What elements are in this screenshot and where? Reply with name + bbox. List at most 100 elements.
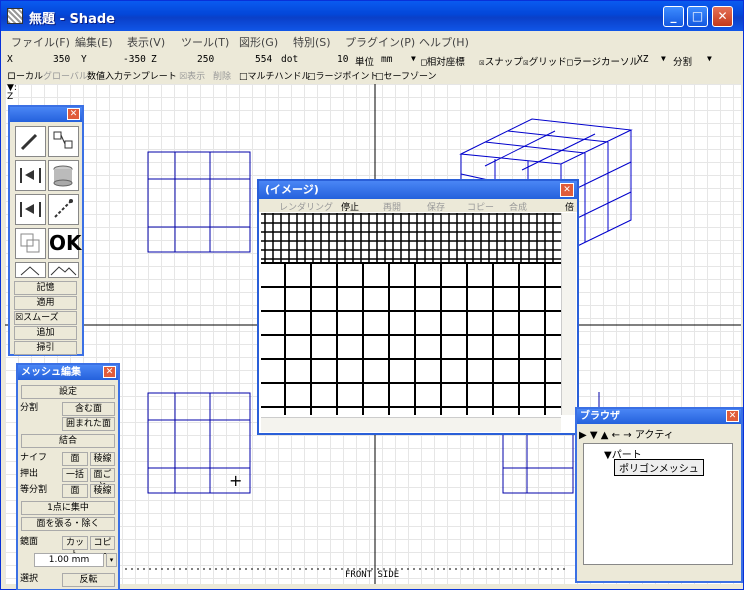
large-point-checkbox[interactable]: □ラージポイント	[307, 69, 378, 82]
grid-size-value[interactable]: 10	[337, 54, 348, 65]
ok-button[interactable]: OK	[48, 228, 82, 259]
stretch-face-button[interactable]: 面を張る・除く	[21, 517, 115, 531]
resume-button[interactable]: 再開	[383, 200, 401, 213]
triangle-tool-icon[interactable]	[15, 262, 46, 278]
numeric-template-button[interactable]: 数値入力テンプレート	[87, 69, 177, 82]
delete-button[interactable]: 削除	[213, 69, 231, 82]
tool-palette: ✕ OK 記憶 適用 ☒スムーズ 追加 掃引	[8, 105, 84, 356]
equal-divide-face-button[interactable]: 面	[62, 484, 88, 498]
close-button[interactable]: ✕	[712, 6, 733, 27]
z-value[interactable]: 250	[197, 54, 214, 65]
menu-special[interactable]: 特別(S)	[293, 34, 331, 50]
x-label: X	[7, 54, 13, 65]
scale-button[interactable]: 倍	[565, 200, 574, 213]
cylinder-tool-icon[interactable]	[48, 160, 79, 191]
include-face-button[interactable]: 含む面	[62, 402, 115, 416]
join-button[interactable]: 結合	[21, 434, 115, 448]
x-value[interactable]: 350	[53, 54, 70, 65]
mesh-palette-title[interactable]: メッシュ編集 ✕	[18, 365, 118, 380]
copy-button[interactable]: コピー	[467, 200, 494, 213]
large-cursor-checkbox[interactable]: □ラージカーソル	[567, 54, 639, 68]
plane-dropdown-icon[interactable]: ▼	[661, 54, 666, 63]
split-dropdown-icon[interactable]: ▼	[707, 54, 712, 63]
safe-zone-checkbox[interactable]: □セーフゾーン	[375, 69, 437, 82]
relative-coords-checkbox[interactable]: □相対座標	[421, 54, 465, 68]
snap-checkbox[interactable]: ☒スナップ	[479, 54, 523, 68]
menu-plugin[interactable]: プラグイン(P)	[345, 34, 415, 50]
image-window: (イメージ) ✕ レンダリング 停止 再開 保存 コピー 合成 倍	[257, 179, 579, 435]
line-tool-icon[interactable]	[48, 194, 79, 225]
play-icon[interactable]: ▶	[579, 430, 587, 441]
show-checkbox[interactable]: ☒表示	[179, 69, 205, 82]
menu-help[interactable]: ヘルプ(H)	[419, 34, 469, 50]
menu-shape[interactable]: 図形(G)	[239, 34, 278, 50]
invert-button[interactable]: 反転	[62, 573, 115, 587]
image-window-title[interactable]: (イメージ) ✕	[259, 181, 577, 199]
image-vertical-scrollbar[interactable]	[561, 213, 576, 415]
plane-select[interactable]: XZ	[637, 54, 648, 65]
active-label[interactable]: アクティ	[635, 430, 674, 441]
stop-button[interactable]: 停止	[341, 200, 359, 213]
extrude-per-face-button[interactable]: 面ごと	[90, 468, 115, 492]
mirror-copy-button[interactable]: コピー	[90, 536, 115, 560]
local-button[interactable]: ローカル	[7, 69, 43, 82]
mirror-cut-button[interactable]: カット	[62, 536, 88, 560]
composite-button[interactable]: 合成	[509, 200, 527, 213]
mirror-offset-dropdown-icon[interactable]: ▾	[106, 553, 117, 567]
apply-button[interactable]: 適用	[14, 296, 77, 310]
point-concentrate-button[interactable]: 1点に集中	[21, 501, 115, 515]
minimize-button[interactable]: _	[663, 6, 684, 27]
mirror-offset-input[interactable]: 1.00 mm	[34, 553, 104, 567]
browser-close-icon[interactable]: ✕	[726, 410, 739, 422]
tree-polygon-mesh[interactable]: ポリゴンメッシュ	[614, 459, 704, 476]
menu-tool[interactable]: ツール(T)	[181, 34, 229, 50]
image-window-close-icon[interactable]: ✕	[560, 183, 574, 197]
browser-tree[interactable]: ▼パート ポリゴンメッシュ	[583, 443, 733, 565]
equal-divide-edge-button[interactable]: 稜線	[90, 484, 115, 498]
up-arrow-icon[interactable]: ▲	[601, 430, 609, 441]
extrude-tool-icon[interactable]	[15, 194, 46, 225]
render-canvas[interactable]	[261, 213, 561, 415]
multi-handle-checkbox[interactable]: □マルチハンドル	[239, 69, 311, 82]
save-button[interactable]: 保存	[427, 200, 445, 213]
mountain-tool-icon[interactable]	[48, 262, 79, 278]
settings-button[interactable]: 設定	[21, 385, 115, 399]
global-button[interactable]: グローバル	[43, 69, 88, 82]
dot-value[interactable]: 554	[255, 54, 272, 65]
mesh-palette-close-icon[interactable]: ✕	[103, 366, 116, 378]
tool-palette-close-icon[interactable]: ✕	[67, 108, 80, 120]
enclosed-face-button[interactable]: 囲まれた面	[62, 417, 115, 431]
tool-palette-title[interactable]: ✕	[10, 107, 82, 122]
menu-view[interactable]: 表示(V)	[127, 34, 165, 50]
menu-file[interactable]: ファイル(F)	[11, 34, 70, 50]
extrude-all-button[interactable]: 一括	[62, 468, 88, 482]
grid-checkbox[interactable]: ☒グリッド	[523, 54, 567, 68]
y-value[interactable]: -350	[123, 54, 146, 65]
title-bar[interactable]: 無題 - Shade _ □ ✕	[1, 1, 743, 31]
app-icon[interactable]	[7, 8, 23, 24]
right-arrow-icon[interactable]: →	[623, 430, 631, 441]
svg-text:+: +	[229, 471, 242, 490]
sweep-button[interactable]: 掃引	[14, 341, 77, 355]
unit-dropdown-icon[interactable]: ▼	[411, 54, 416, 63]
memory-button[interactable]: 記憶	[14, 281, 77, 295]
knife-face-button[interactable]: 面	[62, 452, 88, 466]
menu-edit[interactable]: 編集(E)	[75, 34, 113, 50]
maximize-button[interactable]: □	[687, 6, 708, 27]
move-tool-icon[interactable]	[15, 160, 46, 191]
pencil-tool-icon[interactable]	[15, 126, 46, 157]
image-horizontal-scrollbar[interactable]	[261, 417, 561, 432]
browser-palette-title[interactable]: ブラウザ ✕	[577, 409, 741, 424]
add-button[interactable]: 追加	[14, 326, 77, 340]
smooth-checkbox[interactable]: ☒スムーズ	[14, 311, 77, 325]
render-preview	[261, 213, 561, 415]
left-arrow-icon[interactable]: ←	[612, 430, 620, 441]
render-button[interactable]: レンダリング	[279, 200, 333, 213]
knife-edge-button[interactable]: 稜線	[90, 452, 115, 466]
copy-tool-icon[interactable]	[15, 228, 46, 259]
hierarchy-tool-icon[interactable]	[48, 126, 79, 157]
extrude-label: 押出	[20, 469, 39, 479]
split-select[interactable]: 分割	[673, 54, 692, 68]
unit-select[interactable]: mm	[381, 54, 392, 65]
down-arrow-icon[interactable]: ▼	[590, 430, 598, 441]
